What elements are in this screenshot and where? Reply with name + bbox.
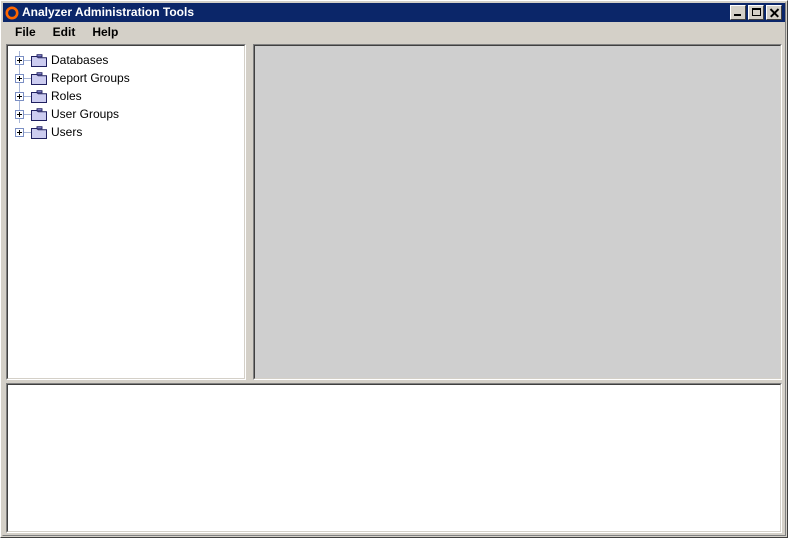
close-icon (767, 6, 781, 19)
tree-item-label: Databases (51, 53, 109, 67)
tree-item-roles[interactable]: Roles (8, 87, 244, 105)
tree-item-user-groups[interactable]: User Groups (8, 105, 244, 123)
expand-plus-icon[interactable] (15, 109, 24, 119)
orange-ring-icon (5, 6, 19, 19)
window-title: Analyzer Administration Tools (22, 5, 195, 19)
maximize-icon (749, 6, 763, 19)
expand-plus-icon[interactable] (15, 55, 24, 65)
output-panel[interactable] (6, 383, 782, 533)
tree-item-label: User Groups (51, 107, 120, 121)
tree-item-report-groups[interactable]: Report Groups (8, 69, 244, 87)
tree-item-label: Users (51, 125, 83, 139)
folder-icon (31, 107, 47, 121)
menu-bar: File Edit Help (3, 22, 785, 42)
folder-icon (31, 89, 47, 103)
tree-connector-stub (24, 59, 31, 61)
content-area: Databases Report Groups Roles User Group… (3, 42, 785, 535)
tree-connector-stub (24, 113, 31, 115)
detail-panel-content (254, 45, 781, 379)
navigation-tree[interactable]: Databases Report Groups Roles User Group… (7, 45, 245, 379)
maximize-button[interactable] (748, 5, 764, 20)
tree-connector-stub (24, 131, 31, 133)
menu-item-file[interactable]: File (9, 23, 44, 41)
tree-item-label: Roles (51, 89, 82, 103)
expand-plus-icon[interactable] (15, 73, 24, 83)
tree-item-users[interactable]: Users (8, 123, 244, 141)
minimize-button[interactable] (730, 5, 746, 20)
window-controls (730, 5, 785, 20)
expand-plus-icon[interactable] (15, 127, 24, 137)
output-panel-content (7, 384, 781, 532)
folder-icon (31, 71, 47, 85)
menu-item-edit[interactable]: Edit (47, 23, 84, 41)
tree-item-label: Report Groups (51, 71, 130, 85)
close-button[interactable] (766, 5, 782, 20)
folder-icon (31, 125, 47, 139)
navigation-tree-panel[interactable]: Databases Report Groups Roles User Group… (6, 44, 246, 380)
tree-connector-stub (24, 95, 31, 97)
folder-icon (31, 53, 47, 67)
tree-connector-stub (24, 77, 31, 79)
expand-plus-icon[interactable] (15, 91, 24, 101)
menu-item-help[interactable]: Help (86, 23, 126, 41)
tree-item-databases[interactable]: Databases (8, 51, 244, 69)
application-window: Analyzer Administration Tools File Edit … (0, 0, 788, 538)
top-split-region: Databases Report Groups Roles User Group… (3, 42, 785, 380)
minimize-icon (731, 6, 745, 19)
detail-panel[interactable] (253, 44, 782, 380)
title-bar[interactable]: Analyzer Administration Tools (3, 3, 785, 22)
